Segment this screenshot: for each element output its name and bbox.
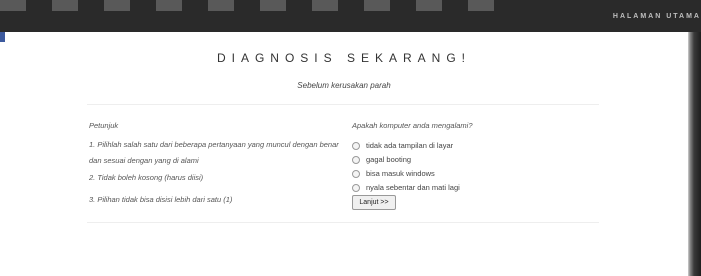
header-decoration — [0, 0, 510, 11]
top-navbar: HALAMAN UTAMA — [0, 0, 701, 32]
divider-bottom — [87, 222, 599, 223]
instruction-item-3: 3. Pilihan tidak bisa disisi lebih dari … — [89, 195, 233, 204]
instruction-item-1: 1. Pilihlah salah satu dari beberapa per… — [89, 140, 339, 165]
option-enters-windows[interactable]: bisa masuk windows — [352, 169, 435, 178]
instruction-item-2: 2. Tidak boleh kosong (harus diisi) — [89, 173, 204, 182]
page-subtitle: Sebelum kerusakan parah — [297, 81, 391, 90]
option-boot-failure[interactable]: gagal booting — [352, 155, 411, 164]
option-label: bisa masuk windows — [366, 169, 435, 178]
divider-top — [87, 104, 599, 105]
page-title: DIAGNOSIS SEKARANG! — [216, 51, 472, 65]
instructions-heading: Petunjuk — [89, 121, 119, 130]
option-turns-off-again[interactable]: nyala sebentar dan mati lagi — [352, 183, 460, 192]
radio-button[interactable] — [352, 155, 360, 164]
continue-button[interactable]: Lanjut >> — [352, 195, 396, 210]
radio-button[interactable] — [352, 169, 360, 178]
option-label: tidak ada tampilan di layar — [366, 141, 454, 150]
radio-button[interactable] — [352, 141, 360, 150]
question-heading: Apakah komputer anda mengalami? — [352, 121, 473, 130]
option-label: gagal booting — [366, 155, 412, 164]
radio-button[interactable] — [352, 183, 360, 192]
left-accent-strip — [0, 32, 5, 42]
option-label: nyala sebentar dan mati lagi — [366, 183, 460, 192]
option-no-display[interactable]: tidak ada tampilan di layar — [352, 141, 453, 150]
nav-home-link[interactable]: HALAMAN UTAMA — [613, 13, 701, 20]
window-right-edge — [688, 32, 701, 276]
